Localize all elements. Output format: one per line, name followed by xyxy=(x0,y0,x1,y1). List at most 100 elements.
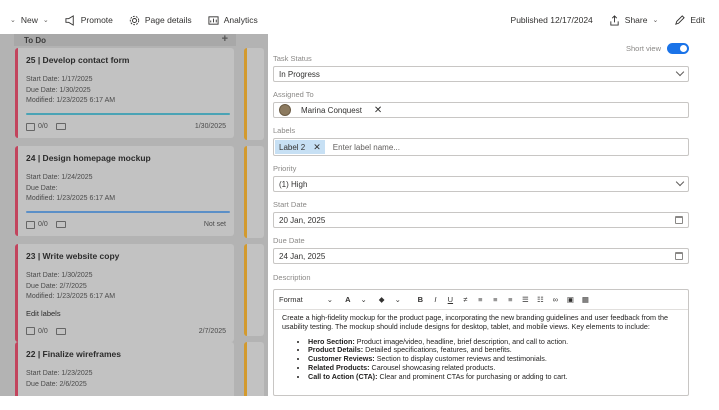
start-date-input[interactable]: 20 Jan, 2025 xyxy=(273,212,689,228)
description-intro: Create a high-fidelity mockup for the pr… xyxy=(282,313,668,331)
page-details-label: Page details xyxy=(144,15,192,25)
add-task-icon[interactable]: + xyxy=(222,34,228,45)
chevron-down-icon xyxy=(675,177,685,187)
task-card[interactable]: 23 | Write website copy Start Date: 1/30… xyxy=(15,244,234,342)
checklist-icon xyxy=(26,327,35,335)
due-date-label: Due Date: xyxy=(26,282,58,290)
start-date: 1/24/2025 xyxy=(61,174,93,181)
italic-button[interactable]: I xyxy=(428,295,443,304)
task-status-label: Task Status xyxy=(273,54,312,63)
start-date-label: Start Date: xyxy=(26,370,60,377)
description-list: Hero Section: Product image/video, headl… xyxy=(308,337,680,382)
strikethrough-icon[interactable]: ≠ xyxy=(458,295,473,304)
comment-icon[interactable] xyxy=(55,327,66,335)
short-view-label: Short view xyxy=(625,44,661,53)
priority-value: (1) High xyxy=(279,179,308,189)
task-card[interactable] xyxy=(244,48,264,140)
start-date: 1/23/2025 xyxy=(61,370,93,377)
chevron-down-icon: ⌄ xyxy=(360,295,367,304)
item-heading: Related Products: xyxy=(308,362,370,372)
edit-labels-link[interactable]: Edit labels xyxy=(26,309,226,320)
card-title: 23 | Write website copy xyxy=(26,251,120,261)
calendar-icon[interactable] xyxy=(675,252,683,260)
checklist-icon xyxy=(26,122,35,131)
start-date: 1/30/2025 xyxy=(61,272,93,279)
task-card[interactable]: 24 | Design homepage mockup Start Date: … xyxy=(15,146,234,236)
edit-button[interactable]: Edit xyxy=(674,14,705,26)
start-date-label: Start Date: xyxy=(26,174,60,181)
assigned-to-field[interactable]: Marina Conquest ✕ xyxy=(273,102,689,118)
card-title: 22 | Finalize wireframes xyxy=(26,349,121,359)
card-due: 2/7/2025 xyxy=(198,327,226,335)
task-card[interactable]: 22 | Finalize wireframes Start Date: 1/2… xyxy=(15,342,234,396)
font-color-dropdown[interactable]: A ⌄ xyxy=(345,295,373,304)
numbered-list-icon[interactable]: ☷ xyxy=(533,295,548,304)
link-icon[interactable]: ∞ xyxy=(548,295,563,304)
chevron-down-icon xyxy=(675,67,685,77)
due-date-label: Due Date: xyxy=(26,380,58,388)
task-card[interactable] xyxy=(244,146,264,238)
table-icon[interactable]: ▦ xyxy=(578,295,593,304)
task-status-dropdown[interactable]: In Progress xyxy=(273,66,689,82)
progress-bar xyxy=(26,210,230,213)
bold-button[interactable]: B xyxy=(413,295,428,304)
card-due: Not set xyxy=(203,221,226,228)
card-due: 1/30/2025 xyxy=(194,123,226,130)
description-label: Description xyxy=(273,273,311,282)
align-right-icon[interactable]: ≡ xyxy=(503,295,518,304)
checklist-count: 0/0 xyxy=(38,123,48,130)
task-detail-panel: Short view Task Status In Progress Assig… xyxy=(268,34,719,396)
card-dates: Due Date: 1/30/2025 xyxy=(26,86,226,97)
task-card[interactable] xyxy=(244,244,264,336)
checklist-count: 0/0 xyxy=(38,327,48,335)
comment-icon[interactable] xyxy=(55,221,66,228)
card-footer: 0/0 2/7/2025 xyxy=(26,327,226,335)
description-editor[interactable]: Format ⌄ A ⌄ ◆ ⌄ B I U ≠ ≡ ≡ ≡ ☰ ☷ ∞ ▣ ▦ xyxy=(273,289,689,396)
start-date: 1/17/2025 xyxy=(61,76,93,83)
gear-icon xyxy=(129,15,140,25)
progress-bar xyxy=(26,112,230,115)
due-date: 2/6/2025 xyxy=(59,380,87,388)
analytics-icon xyxy=(208,15,219,25)
card-title: 24 | Design homepage mockup xyxy=(26,153,151,163)
kanban-board: To Do + 25 | Develop contact form Start … xyxy=(0,34,268,396)
calendar-icon[interactable] xyxy=(675,216,683,224)
label-chip[interactable]: Label 2 ✕ xyxy=(275,140,325,154)
format-dropdown[interactable]: Format ⌄ xyxy=(279,295,339,304)
task-card[interactable]: 25 | Develop contact form Start Date: 1/… xyxy=(15,48,234,138)
highlight-icon: ◆ xyxy=(378,295,385,304)
remove-label-icon[interactable]: ✕ xyxy=(313,142,321,153)
chevron-down-icon: ⌄ xyxy=(652,17,659,24)
card-dates: Due Date: xyxy=(26,184,226,195)
short-view-toggle[interactable] xyxy=(667,43,689,54)
align-left-icon[interactable]: ≡ xyxy=(473,295,488,304)
highlight-dropdown[interactable]: ◆ ⌄ xyxy=(379,295,407,304)
remove-assignee-icon[interactable]: ✕ xyxy=(374,105,382,116)
chevron-down-icon: ⌄ xyxy=(42,17,49,24)
task-status-value: In Progress xyxy=(279,69,320,79)
editor-content[interactable]: Create a high-fidelity mockup for the pr… xyxy=(274,310,688,386)
card-dates: Modified: 1/23/2025 6:17 AM xyxy=(26,194,226,205)
due-date-input[interactable]: 24 Jan, 2025 xyxy=(273,248,689,264)
page-details-button[interactable]: Page details xyxy=(129,15,192,26)
comment-icon[interactable] xyxy=(55,123,66,130)
priority-label: Priority xyxy=(273,164,297,173)
analytics-button[interactable]: Analytics xyxy=(208,15,258,26)
item-heading: Product Details: xyxy=(308,345,364,355)
underline-button[interactable]: U xyxy=(443,295,458,304)
align-center-icon[interactable]: ≡ xyxy=(488,295,503,304)
promote-button[interactable]: Promote xyxy=(65,14,113,26)
card-dates: Modified: 1/23/2025 6:17 AM xyxy=(26,292,226,303)
card-dates: Due Date: 2/6/2025 xyxy=(26,380,226,391)
modified-label: Modified: xyxy=(26,195,55,202)
share-button[interactable]: Share ⌄ xyxy=(609,14,659,26)
bullet-list-icon[interactable]: ☰ xyxy=(518,295,533,304)
image-icon[interactable]: ▣ xyxy=(563,295,578,304)
new-button[interactable]: ⌄ New ⌄ xyxy=(10,15,49,25)
labels-field[interactable]: Label 2 ✕ Enter label name... xyxy=(273,138,689,156)
published-status: Published 12/17/2024 xyxy=(510,15,593,25)
task-card[interactable] xyxy=(244,342,264,396)
label-input[interactable]: Enter label name... xyxy=(333,143,400,152)
priority-dropdown[interactable]: (1) High xyxy=(273,176,689,192)
labels-label: Labels xyxy=(273,126,296,135)
